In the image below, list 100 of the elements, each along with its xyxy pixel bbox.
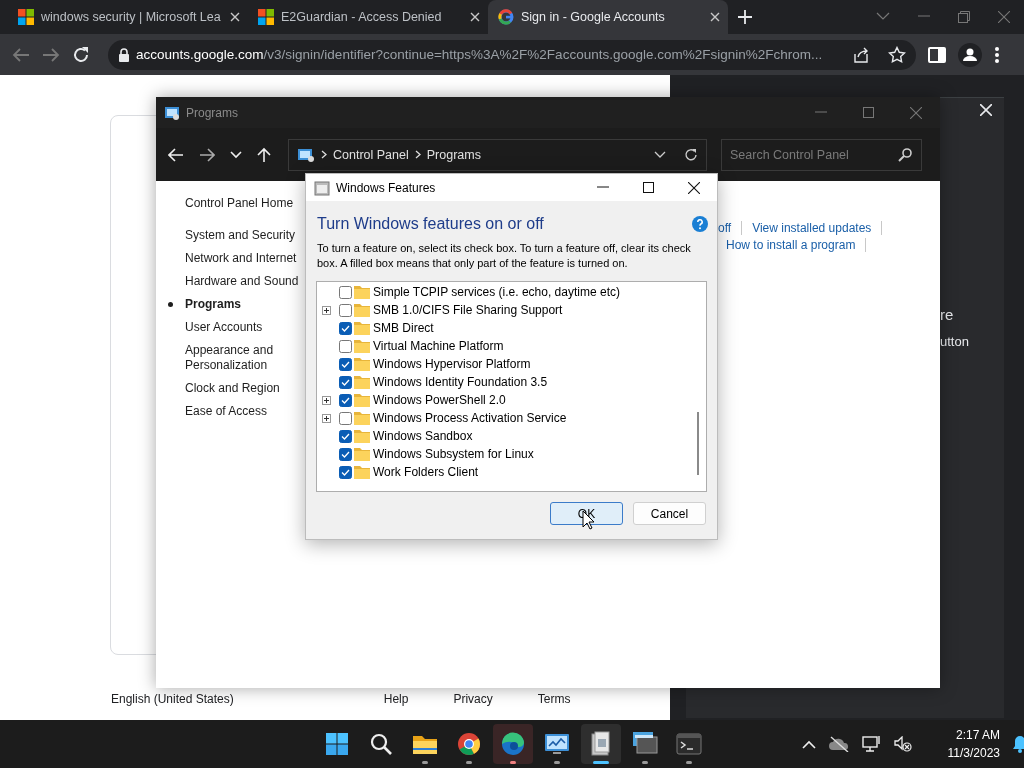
chrome-icon	[457, 732, 481, 756]
forward-icon[interactable]	[199, 147, 215, 162]
browser-tab[interactable]: Sign in - Google Accounts	[488, 0, 728, 34]
checkbox[interactable]	[339, 303, 352, 317]
feature-label: Windows Hypervisor Platform	[373, 357, 531, 371]
panel-text: utton	[940, 334, 969, 349]
new-tab-icon[interactable]	[738, 10, 752, 24]
four-squares-icon	[18, 9, 34, 25]
checkbox[interactable]	[339, 375, 352, 389]
scrollbar[interactable]	[697, 412, 699, 475]
breadcrumb-item[interactable]: Programs	[426, 147, 481, 162]
taskbar-app[interactable]	[493, 724, 533, 764]
chevron-down-icon[interactable]	[654, 150, 666, 159]
g-logo-icon	[498, 9, 514, 25]
address-bar[interactable]: accounts.google.com/v3/signin/identifier?continue=https%3A%2F%2Faccounts.google.com%2Fsignin%2Fchrom...	[108, 39, 916, 70]
menu-icon[interactable]	[994, 45, 1000, 64]
up-arrow-icon[interactable]	[257, 146, 271, 163]
feature-label: Windows Sandbox	[373, 429, 473, 443]
chevron-right-icon	[414, 150, 421, 159]
checkbox[interactable]	[339, 429, 352, 443]
search-icon	[369, 732, 393, 756]
feature-label: Work Folders Client	[373, 465, 479, 479]
features-icon	[314, 179, 330, 196]
checkbox[interactable]	[339, 357, 352, 371]
folder-icon	[354, 375, 370, 389]
folder-icon	[354, 429, 370, 443]
footer-link[interactable]: Privacy	[453, 692, 493, 706]
feature-label: SMB 1.0/CIFS File Sharing Support	[373, 303, 563, 317]
folder-icon	[354, 393, 370, 407]
feature-label: SMB Direct	[373, 321, 434, 335]
checkbox[interactable]	[339, 339, 352, 353]
folder-icon	[354, 285, 370, 299]
window-title: Programs	[186, 105, 238, 120]
lock-icon	[118, 47, 130, 62]
refresh-icon[interactable]	[684, 147, 698, 162]
folder-icon	[354, 321, 370, 335]
star-icon[interactable]	[888, 45, 906, 64]
profile-icon[interactable]	[958, 42, 982, 67]
folder-icon	[354, 357, 370, 371]
checkbox[interactable]	[339, 393, 352, 407]
browser-tab[interactable]: E2Guardian - Access Denied	[248, 0, 488, 34]
address-bar[interactable]: Control Panel Programs	[288, 138, 707, 171]
cancel-button[interactable]: Cancel	[633, 502, 706, 525]
share-icon[interactable]	[852, 45, 870, 64]
start-icon	[325, 732, 349, 756]
folder-icon	[354, 303, 370, 317]
checkbox[interactable]	[339, 465, 352, 479]
checkbox[interactable]	[339, 447, 352, 461]
feature-label: Simple TCPIP services (i.e. echo, daytime etc)	[373, 285, 620, 299]
folder-icon	[354, 447, 370, 461]
footer-link[interactable]: Terms	[537, 692, 571, 706]
chevron-right-icon	[321, 150, 327, 159]
folder-icon	[354, 339, 370, 353]
checkbox[interactable]	[339, 321, 352, 335]
browser-tab[interactable]: windows security | Microsoft Lea	[8, 0, 248, 34]
feature-label: Windows Process Activation Service	[373, 411, 567, 425]
reload-icon[interactable]	[72, 45, 90, 64]
control-panel-icon	[297, 146, 315, 163]
search-icon	[898, 147, 912, 162]
close-icon[interactable]	[688, 181, 700, 194]
network-icon[interactable]	[862, 735, 882, 753]
panel-text: re	[940, 306, 954, 323]
folder-icon	[412, 733, 438, 755]
help-icon[interactable]	[692, 216, 708, 232]
link[interactable]: How to install a program	[726, 238, 856, 252]
folder-icon	[354, 411, 370, 425]
link[interactable]: off	[718, 221, 732, 235]
four-squares-icon	[258, 9, 274, 25]
swirl-icon	[501, 732, 525, 756]
checkbox[interactable]	[339, 285, 352, 299]
dialog-title: Windows Features	[336, 180, 436, 195]
restore-icon[interactable]	[958, 11, 970, 23]
side-panel-icon[interactable]	[928, 46, 946, 63]
terminal-icon	[676, 733, 702, 755]
search-field[interactable]: Search Control Panel	[721, 138, 922, 171]
feature-label: Windows PowerShell 2.0	[373, 393, 506, 407]
feature-label: Windows Identity Foundation 3.5	[373, 375, 548, 389]
checkbox[interactable]	[339, 411, 352, 425]
clock[interactable]: 2:17 AM 11/3/2023	[934, 726, 1000, 762]
volume-muted-icon[interactable]	[894, 736, 912, 752]
maximize-icon[interactable]	[643, 181, 654, 193]
bell-icon[interactable]	[1012, 735, 1024, 753]
link[interactable]: View installed updates	[752, 221, 872, 235]
chevron-up-icon[interactable]	[802, 739, 816, 749]
expand-icon[interactable]	[322, 305, 331, 315]
breadcrumb-item[interactable]: Control Panel	[333, 147, 409, 162]
cloud-off-icon[interactable]	[828, 736, 850, 752]
expand-icon[interactable]	[322, 395, 331, 405]
description: To turn a feature on, select its check box. To turn a feature off, clear its check box. A filled box means that only part of the feature is turned on.	[316, 241, 692, 271]
monitor-icon	[631, 731, 659, 757]
feature-label: Windows Subsystem for Linux	[373, 447, 534, 461]
language-selector[interactable]: English (United States)	[111, 692, 234, 706]
expand-icon[interactable]	[322, 413, 331, 423]
taskbar-app[interactable]	[581, 724, 621, 764]
feature-label: Virtual Machine Platform	[373, 339, 504, 353]
dialog-heading: Turn Windows features on or off	[317, 215, 545, 233]
footer-link[interactable]: Help	[383, 692, 409, 706]
folder-icon	[354, 465, 370, 479]
control-panel-icon	[164, 104, 180, 121]
control-panel-icon	[544, 732, 570, 756]
